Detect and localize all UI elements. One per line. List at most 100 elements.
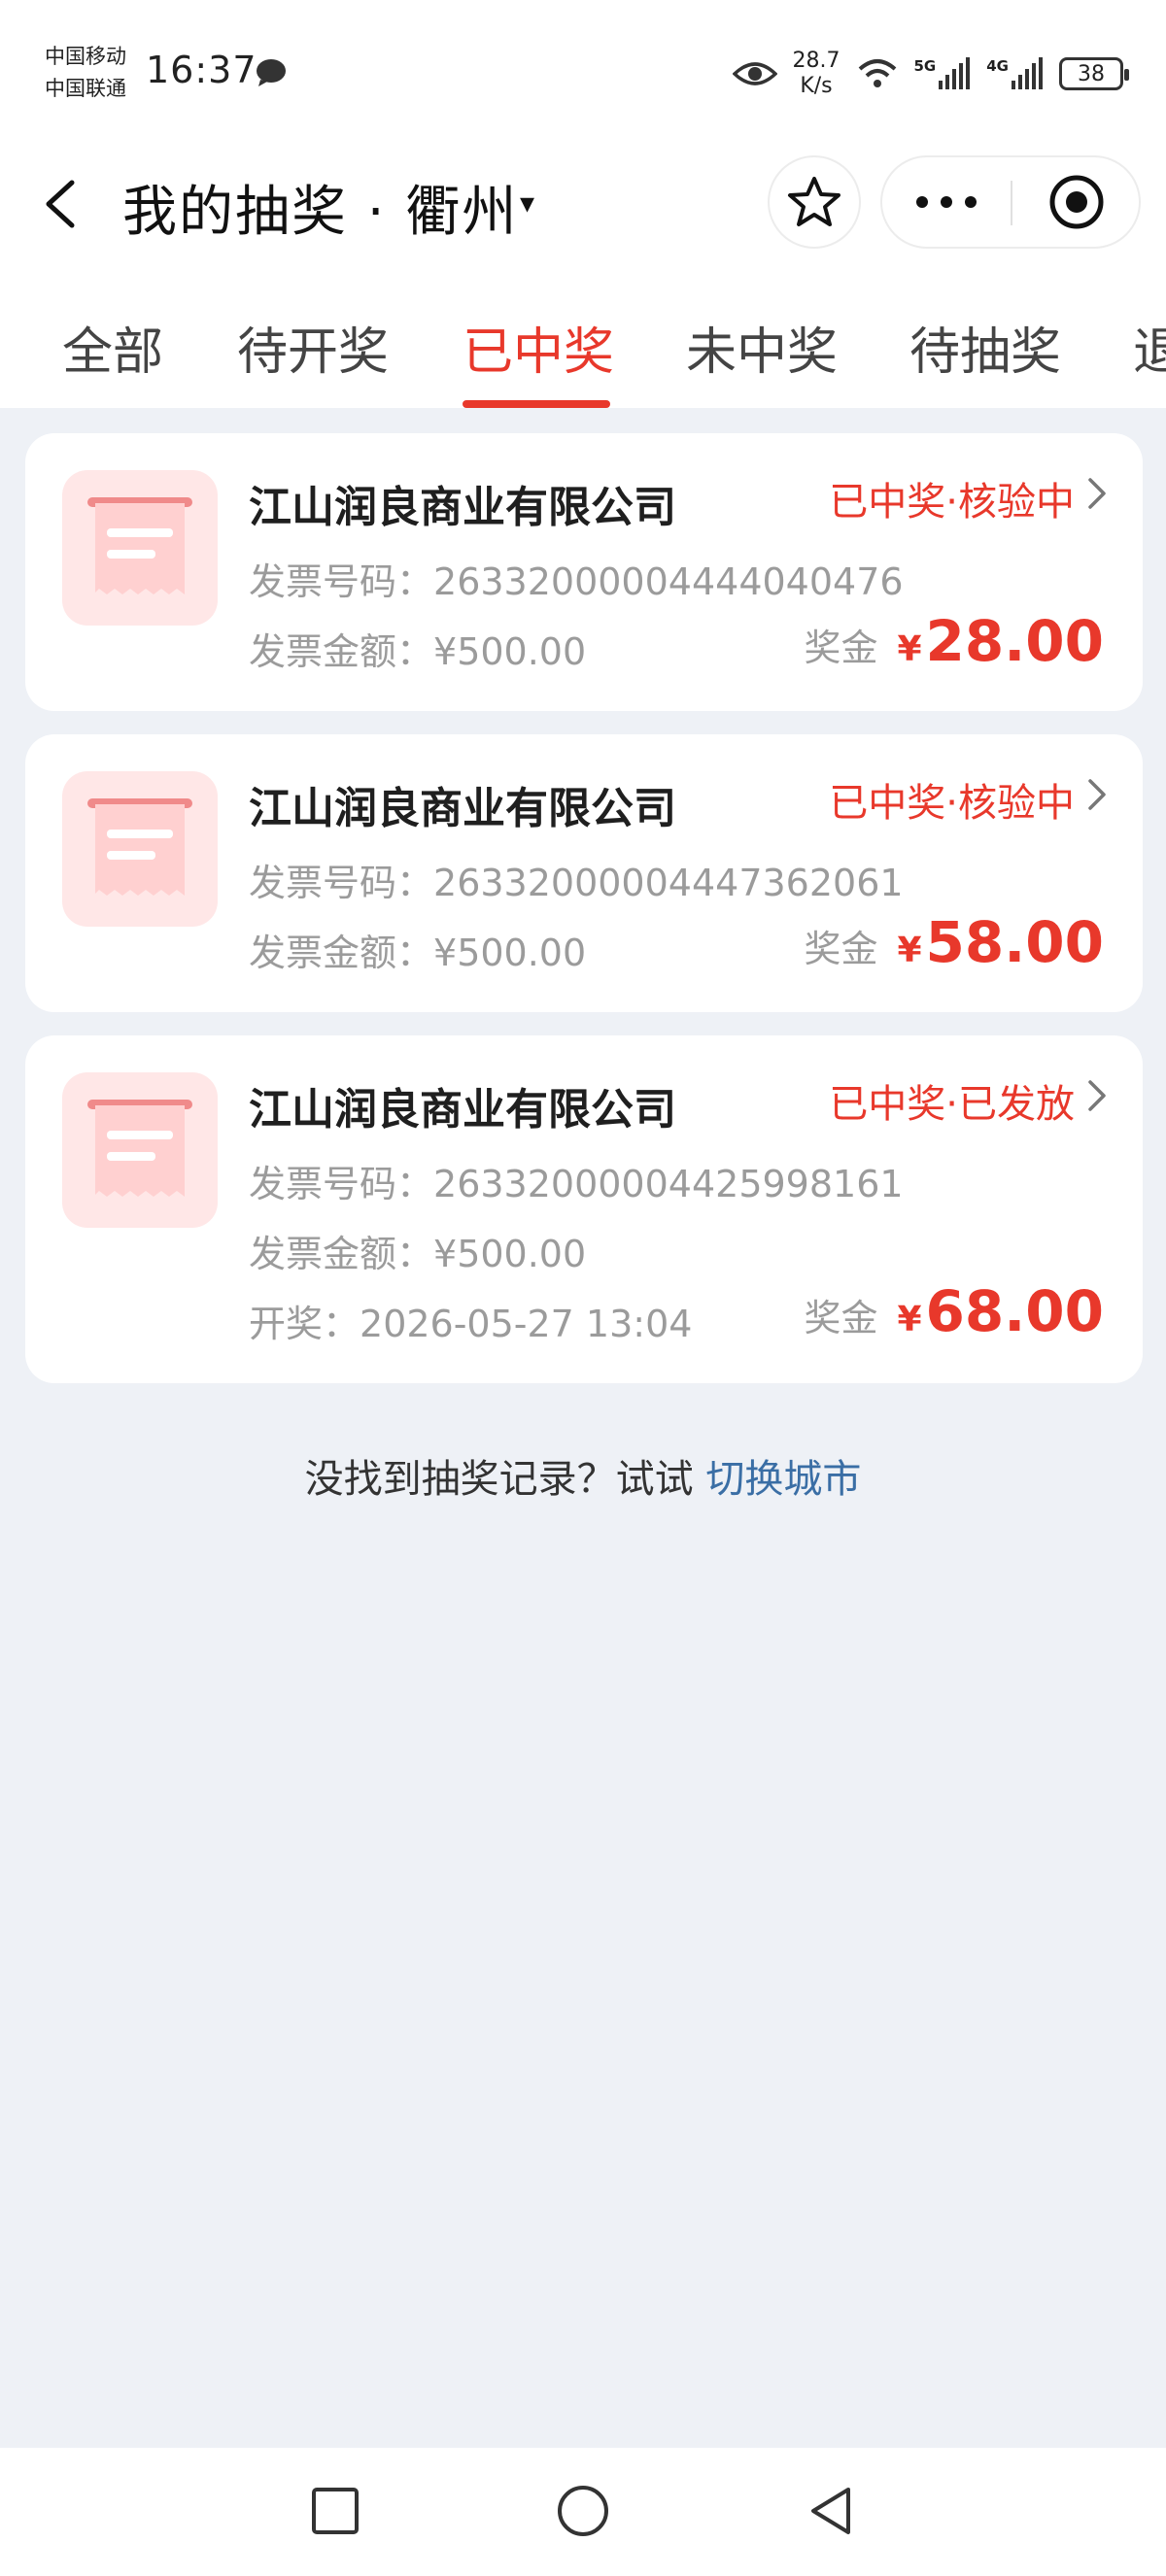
merchant-name: 江山润良商业有限公司 bbox=[249, 784, 676, 833]
merchant-name: 江山润良商业有限公司 bbox=[249, 483, 676, 532]
system-navigation-bar bbox=[0, 2448, 1166, 2576]
no-record-hint: 没找到抽奖记录？试试 切换城市 bbox=[0, 1447, 1166, 1504]
lottery-record-card[interactable]: 江山润良商业有限公司 已中奖·核验中 发票号码：2633200000444736… bbox=[25, 734, 1143, 1012]
lottery-record-card[interactable]: 江山润良商业有限公司 已中奖·已发放 发票号码：2633200000442599… bbox=[25, 1035, 1143, 1383]
record-status: 已中奖·核验中 bbox=[829, 480, 1075, 525]
receipt-thumbnail bbox=[62, 1072, 218, 1228]
back-icon[interactable] bbox=[29, 165, 97, 243]
battery-indicator: 38 bbox=[1059, 57, 1129, 90]
square-icon bbox=[312, 2488, 359, 2534]
invoice-amount: ¥500.00 bbox=[433, 932, 587, 974]
home-button[interactable] bbox=[549, 2477, 617, 2545]
carrier-1: 中国移动 bbox=[45, 45, 126, 68]
invoice-amount-row: 发票金额：¥500.00 bbox=[249, 923, 586, 976]
prize-label: 奖金 bbox=[804, 1297, 878, 1339]
prize-amount: 68.00 bbox=[925, 1278, 1104, 1344]
tab-won[interactable]: 已中奖 bbox=[463, 311, 614, 384]
signal-bars-icon bbox=[1012, 57, 1043, 89]
net-4g-label: 4G bbox=[986, 57, 1009, 75]
receipt-icon bbox=[87, 497, 192, 594]
star-icon bbox=[788, 177, 840, 226]
network-speed: 28.7 K/s bbox=[793, 49, 840, 99]
target-icon bbox=[1049, 175, 1104, 229]
active-tab-indicator bbox=[463, 400, 610, 408]
receipt-thumbnail bbox=[62, 470, 218, 626]
status-icons: 28.7 K/s 5G 4G 38 bbox=[732, 45, 1129, 103]
speed-value: 28.7 bbox=[792, 49, 840, 73]
invoice-number: 26332000004447362061 bbox=[433, 862, 904, 904]
invoice-number: 26332000004444040476 bbox=[433, 560, 904, 603]
prize-info: 奖金 ¥ 28.00 bbox=[804, 608, 1104, 674]
receipt-icon bbox=[87, 798, 192, 896]
invoice-amount-label: 发票金额： bbox=[249, 630, 434, 673]
invoice-number-row: 发票号码：26332000004444040476 bbox=[249, 552, 904, 605]
tab-not-won[interactable]: 未中奖 bbox=[686, 311, 838, 384]
receipt-thumbnail bbox=[62, 771, 218, 927]
draw-time: 2026-05-27 13:04 bbox=[360, 1303, 693, 1345]
close-mini-program-button[interactable] bbox=[1014, 157, 1139, 247]
merchant-name: 江山润良商业有限公司 bbox=[249, 1085, 676, 1135]
invoice-number-label: 发票号码： bbox=[249, 560, 434, 603]
net-5g-label: 5G bbox=[913, 57, 937, 75]
nav-bar: 我的抽奖 · 衢州 ▾ bbox=[0, 136, 1166, 272]
page-title[interactable]: 我的抽奖 · 衢州 bbox=[122, 168, 518, 247]
signal-4g: 4G bbox=[986, 57, 1044, 90]
invoice-amount-row: 发票金额：¥500.00 bbox=[249, 622, 586, 675]
prize-currency: ¥ bbox=[897, 1300, 922, 1339]
invoice-number-row: 发票号码：26332000004425998161 bbox=[249, 1154, 904, 1207]
invoice-number: 26332000004425998161 bbox=[433, 1163, 904, 1205]
prize-info: 奖金 ¥ 68.00 bbox=[804, 1278, 1104, 1344]
circle-icon bbox=[558, 2486, 608, 2536]
recent-apps-button[interactable] bbox=[301, 2477, 369, 2545]
invoice-amount-label: 发票金额： bbox=[249, 1233, 434, 1275]
wifi-icon bbox=[858, 59, 896, 87]
prize-amount: 28.00 bbox=[925, 608, 1104, 674]
mini-program-capsule bbox=[880, 155, 1141, 249]
clock: 16:37 bbox=[146, 49, 257, 91]
invoice-amount-label: 发票金额： bbox=[249, 932, 434, 974]
chevron-right-icon bbox=[1088, 1080, 1106, 1111]
prize-currency: ¥ bbox=[897, 931, 922, 970]
message-icon bbox=[257, 59, 286, 86]
tab-bar: 全部 待开奖 已中奖 未中奖 待抽奖 退 bbox=[0, 272, 1166, 408]
receipt-icon bbox=[87, 1100, 192, 1197]
status-bar: 中国移动 中国联通 16:37 28.7 K/s 5G 4G 38 bbox=[0, 0, 1166, 136]
city-dropdown-caret[interactable]: ▾ bbox=[520, 186, 534, 220]
signal-bars-icon bbox=[939, 57, 971, 89]
chevron-right-icon bbox=[1088, 478, 1106, 509]
invoice-amount-row: 发票金额：¥500.00 bbox=[249, 1224, 586, 1277]
prize-amount: 58.00 bbox=[925, 909, 1104, 975]
speed-unit: K/s bbox=[800, 74, 833, 98]
lottery-record-card[interactable]: 江山润良商业有限公司 已中奖·核验中 发票号码：2633200000444404… bbox=[25, 433, 1143, 711]
prize-label: 奖金 bbox=[804, 928, 878, 970]
invoice-number-label: 发票号码： bbox=[249, 862, 434, 904]
draw-time-row: 开奖：2026-05-27 13:04 bbox=[249, 1294, 692, 1347]
draw-time-label: 开奖： bbox=[249, 1303, 360, 1345]
capsule-divider bbox=[1011, 181, 1012, 225]
tab-refund[interactable]: 退 bbox=[1133, 311, 1166, 384]
prize-currency: ¥ bbox=[897, 629, 922, 669]
battery-level: 38 bbox=[1078, 61, 1105, 86]
favorite-button[interactable] bbox=[768, 155, 861, 249]
switch-city-link[interactable]: 切换城市 bbox=[705, 1457, 861, 1502]
tab-all[interactable]: 全部 bbox=[62, 311, 163, 384]
more-icon bbox=[916, 196, 977, 208]
system-back-button[interactable] bbox=[797, 2477, 865, 2545]
more-button[interactable] bbox=[882, 157, 1011, 247]
carrier-info: 中国移动 中国联通 bbox=[45, 41, 126, 105]
record-status: 已中奖·已发放 bbox=[829, 1082, 1075, 1127]
invoice-number-row: 发票号码：26332000004447362061 bbox=[249, 853, 904, 906]
prize-label: 奖金 bbox=[804, 627, 878, 669]
invoice-amount: ¥500.00 bbox=[433, 630, 587, 673]
tab-to-draw[interactable]: 待抽奖 bbox=[909, 311, 1061, 384]
record-status: 已中奖·核验中 bbox=[829, 781, 1075, 826]
hint-text: 没找到抽奖记录？试试 bbox=[304, 1457, 706, 1502]
invoice-amount: ¥500.00 bbox=[433, 1233, 587, 1275]
carrier-2: 中国联通 bbox=[45, 77, 126, 100]
tab-pending-draw[interactable]: 待开奖 bbox=[237, 311, 389, 384]
signal-5g: 5G bbox=[914, 57, 972, 90]
chevron-right-icon bbox=[1088, 779, 1106, 810]
eye-icon bbox=[732, 62, 777, 85]
triangle-back-icon bbox=[811, 2488, 850, 2534]
prize-info: 奖金 ¥ 58.00 bbox=[804, 909, 1104, 975]
